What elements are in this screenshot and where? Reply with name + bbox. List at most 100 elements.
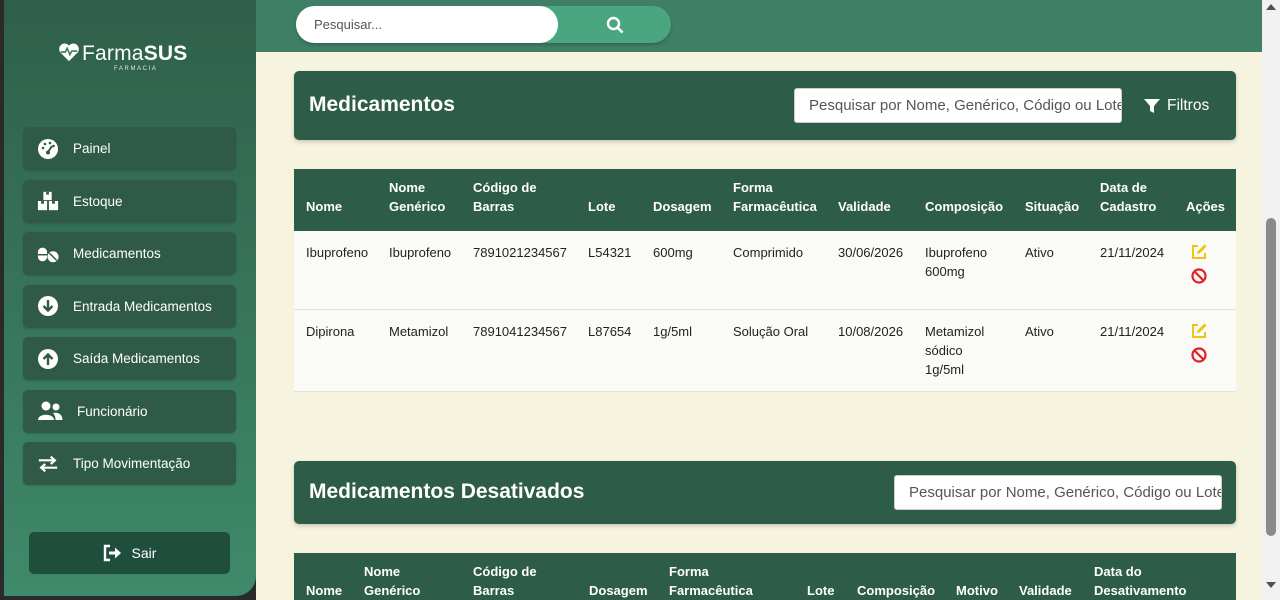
logout-button[interactable]: Sair xyxy=(29,532,230,574)
heart-pulse-icon xyxy=(59,43,79,62)
sidebar-nav: Painel Estoque Medicamentos Entrada Medi… xyxy=(23,127,236,495)
cell-composicao: Metamizol sódico 1g/5ml xyxy=(925,323,985,377)
scrollbar-thumb[interactable] xyxy=(1266,218,1276,536)
column-header[interactable]: Motivo xyxy=(944,553,1007,600)
column-header[interactable]: Forma Farmacêutica xyxy=(721,169,826,231)
column-header[interactable]: Nome Genérico xyxy=(377,169,461,231)
cell-nome: Dipirona xyxy=(306,323,355,339)
search-button[interactable] xyxy=(558,6,671,43)
column-header[interactable]: Composição xyxy=(913,169,1013,231)
brand-subtitle: FARMÁCIA xyxy=(114,66,158,72)
column-header[interactable]: Data do Desativamento xyxy=(1082,553,1236,600)
cell-acoes xyxy=(1174,309,1236,391)
table-header-row: Nome Nome Genérico Código de Barras Lote… xyxy=(294,169,1236,231)
gauge-icon xyxy=(37,138,59,160)
sidebar-item-label: Estoque xyxy=(73,193,123,209)
disable-icon[interactable] xyxy=(1190,267,1208,285)
cell-dosagem: 600mg xyxy=(653,245,693,260)
arrow-up-circle-icon xyxy=(37,348,59,370)
search-input[interactable] xyxy=(296,6,558,43)
sidebar-item-label: Entrada Medicamentos xyxy=(73,298,212,314)
cell-composicao: Ibuprofeno 600mg xyxy=(925,245,988,279)
medicamentos-table: Nome Nome Genérico Código de Barras Lote… xyxy=(294,169,1236,392)
filter-icon xyxy=(1144,98,1160,114)
main-content: Medicamentos Filtros Nome Nome Genérico … xyxy=(256,0,1262,600)
sidebar-item-label: Saída Medicamentos xyxy=(73,351,200,366)
medicamentos-search-input[interactable] xyxy=(794,88,1122,123)
scroll-up-arrow[interactable] xyxy=(1266,4,1276,10)
column-header[interactable]: Nome xyxy=(294,553,352,600)
cell-codigo: 7891021234567 xyxy=(473,245,567,260)
column-header[interactable]: Código de Barras xyxy=(461,169,576,231)
table-row: Ibuprofeno Ibuprofeno 7891021234567 L543… xyxy=(294,231,1236,309)
desativados-table: Nome Nome Genérico Código de Barras Dosa… xyxy=(294,553,1236,600)
cell-lote: L54321 xyxy=(588,245,632,260)
cell-validade: 10/08/2026 xyxy=(838,323,904,339)
column-header[interactable]: Forma Farmacêutica xyxy=(657,553,795,600)
logout-label: Sair xyxy=(131,545,157,561)
sidebar: FarmaSUS FARMÁCIA Painel Estoque Medicam… xyxy=(4,0,256,596)
cell-situacao: Ativo xyxy=(1025,323,1054,339)
column-header[interactable]: Dosagem xyxy=(577,553,657,600)
cell-situacao: Ativo xyxy=(1025,245,1054,260)
sidebar-item-entrada-medicamentos[interactable]: Entrada Medicamentos xyxy=(23,284,236,328)
sidebar-item-label: Painel xyxy=(73,141,111,156)
scrollbar[interactable] xyxy=(1262,0,1280,600)
column-header[interactable]: Composição xyxy=(845,553,944,600)
cell-forma: Solução Oral xyxy=(733,323,809,339)
sidebar-item-saida-medicamentos[interactable]: Saída Medicamentos xyxy=(23,337,236,380)
column-header[interactable]: Dosagem xyxy=(641,169,721,231)
sidebar-item-medicamentos[interactable]: Medicamentos xyxy=(23,232,236,275)
cell-forma: Comprimido xyxy=(733,245,804,260)
filters-label: Filtros xyxy=(1167,97,1210,114)
cell-acoes xyxy=(1174,231,1236,309)
cell-codigo: 7891041234567 xyxy=(473,323,567,339)
boxes-icon xyxy=(37,190,59,212)
cell-lote: L87654 xyxy=(588,323,632,339)
column-header[interactable]: Validade xyxy=(826,169,913,231)
sidebar-item-estoque[interactable]: Estoque xyxy=(23,179,236,223)
cell-cadastro: 21/11/2024 xyxy=(1100,323,1165,339)
desativados-search-input[interactable] xyxy=(894,475,1222,510)
column-header: Ações xyxy=(1186,199,1226,214)
desativados-header: Medicamentos Desativados xyxy=(294,461,1236,524)
column-header[interactable]: Situação xyxy=(1013,169,1088,231)
cell-validade: 30/06/2026 xyxy=(838,245,904,260)
scroll-down-arrow[interactable] xyxy=(1266,582,1276,588)
sidebar-item-label: Medicamentos xyxy=(73,246,161,261)
cell-nome: Ibuprofeno xyxy=(306,245,369,260)
edit-icon[interactable] xyxy=(1190,322,1208,340)
table-header-row: Nome Nome Genérico Código de Barras Dosa… xyxy=(294,553,1236,600)
pills-icon xyxy=(37,243,59,265)
column-header[interactable]: Lote xyxy=(576,169,641,231)
cell-dosagem: 1g/5ml xyxy=(653,323,693,339)
sidebar-item-label: Funcionário xyxy=(77,403,148,419)
edit-icon[interactable] xyxy=(1190,243,1208,261)
column-header[interactable]: Lote xyxy=(795,553,845,600)
sidebar-item-tipo-movimentacao[interactable]: Tipo Movimentação xyxy=(23,442,236,485)
column-header[interactable]: Data de Cadastro xyxy=(1088,169,1174,231)
column-header[interactable]: Validade xyxy=(1007,553,1082,600)
section-title: Medicamentos Desativados xyxy=(309,480,585,503)
medicamentos-header: Medicamentos Filtros xyxy=(294,71,1236,140)
sidebar-item-funcionario[interactable]: Funcionário xyxy=(23,389,236,433)
users-icon xyxy=(37,400,63,422)
sign-out-icon xyxy=(103,544,123,562)
filters-button[interactable]: Filtros xyxy=(1144,97,1209,115)
sidebar-item-painel[interactable]: Painel xyxy=(23,127,236,170)
arrow-down-circle-icon xyxy=(37,295,59,317)
global-search xyxy=(296,6,671,43)
table-row: Dipirona Metamizol 7891041234567 L87654 … xyxy=(294,309,1236,391)
column-header[interactable]: Nome Genérico xyxy=(352,553,461,600)
exchange-icon xyxy=(37,453,59,475)
cell-generico: Metamizol xyxy=(389,323,449,339)
column-header[interactable]: Código de Barras xyxy=(461,553,577,600)
sidebar-item-label: Tipo Movimentação xyxy=(73,456,191,471)
page-title: Medicamentos xyxy=(309,93,455,116)
brand-name: FarmaSUS xyxy=(82,42,188,65)
disable-icon[interactable] xyxy=(1190,346,1208,364)
cell-cadastro: 21/11/2024 xyxy=(1100,245,1165,260)
column-header[interactable]: Nome xyxy=(294,169,377,231)
cell-generico: Ibuprofeno xyxy=(389,245,452,260)
brand-logo[interactable]: FarmaSUS FARMÁCIA xyxy=(58,42,198,78)
